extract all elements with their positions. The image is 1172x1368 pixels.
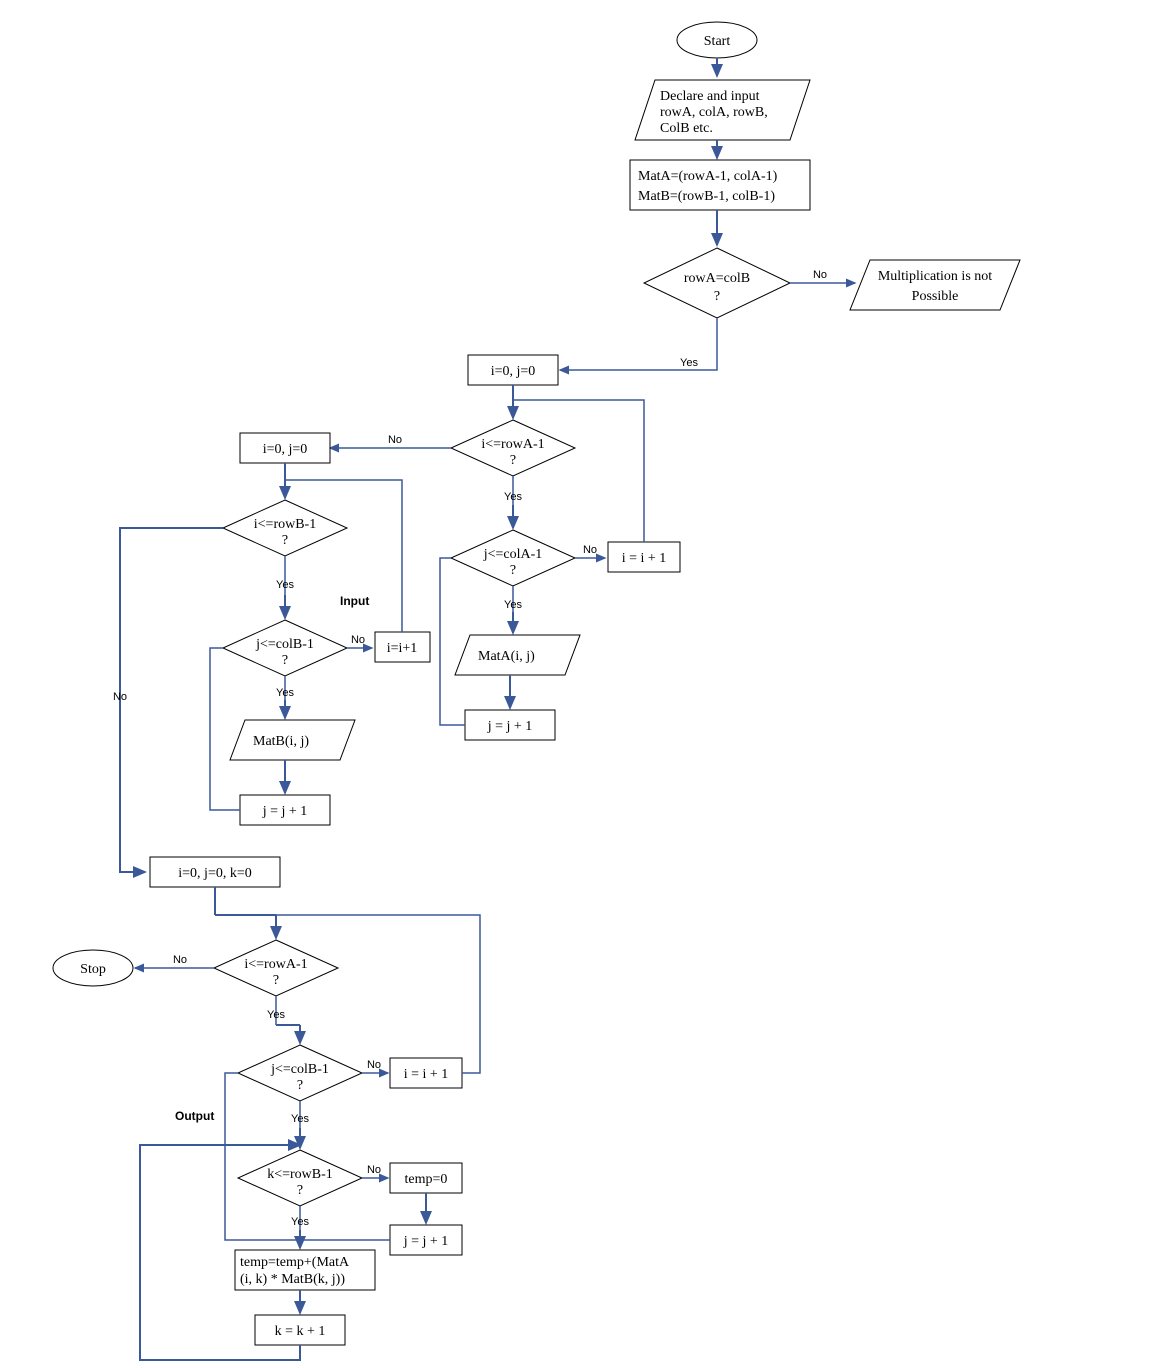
io-not-possible-l1: Multiplication is not (878, 269, 992, 284)
decision-krowB-l1: k<=rowB-1 (267, 1167, 333, 1182)
process-tempcalc-l1: temp=temp+(MatA (240, 1255, 350, 1270)
process-kinc-text: k = k + 1 (275, 1324, 326, 1339)
label-no: No (113, 691, 127, 703)
label-no: No (813, 269, 827, 281)
decision-irowA-C-l2: ? (273, 973, 279, 988)
io-matA-text: MatA(i, j) (478, 649, 535, 664)
decision-irowB-l1: i<=rowB-1 (254, 517, 316, 532)
process-temp0-text: temp=0 (405, 1172, 448, 1187)
decision-irowA-A-l2: ? (510, 453, 516, 468)
process-i0j0-A-text: i=0, j=0 (491, 364, 536, 379)
line (440, 558, 465, 725)
section-label-output: Output (175, 1109, 214, 1123)
label-yes: Yes (276, 579, 294, 591)
decision-jcolA-l2: ? (510, 563, 516, 578)
process-tempcalc-l2: (i, k) * MatB(k, j)) (240, 1272, 345, 1287)
arrow (120, 528, 223, 872)
stop-label: Stop (80, 962, 106, 977)
label-yes: Yes (291, 1113, 309, 1125)
decision-jcolB-l1: j<=colB-1 (255, 637, 314, 652)
decision-irowA-C-l1: i<=rowA-1 (244, 957, 307, 972)
process-matdecl-l1: MatA=(rowA-1, colA-1) (638, 169, 778, 184)
io-matB-text: MatB(i, j) (253, 734, 309, 749)
start-label: Start (704, 34, 731, 49)
label-yes: Yes (276, 687, 294, 699)
section-label-input: Input (340, 594, 369, 608)
label-no: No (583, 544, 597, 556)
process-matdecl-l2: MatB=(rowB-1, colB-1) (638, 189, 775, 204)
label-yes: Yes (680, 357, 698, 369)
process-jinc-C-text: j = j + 1 (403, 1234, 449, 1249)
decision-jcolB-C-l2: ? (297, 1078, 303, 1093)
decision-jcolB-C-l1: j<=colB-1 (270, 1062, 329, 1077)
process-iinc-C-text: i = i + 1 (404, 1067, 449, 1082)
label-no: No (173, 954, 187, 966)
process-i0j0-B-text: i=0, j=0 (263, 442, 308, 457)
process-iinc-B-text: i=i+1 (387, 641, 418, 656)
decision-jcolB-l2: ? (282, 653, 288, 668)
process-iinc-A-text: i = i + 1 (622, 551, 667, 566)
label-yes: Yes (504, 599, 522, 611)
decision-rowA-colB-l2: ? (714, 289, 720, 304)
decision-irowA-A-l1: i<=rowA-1 (481, 437, 544, 452)
label-yes: Yes (267, 1009, 285, 1021)
process-jinc-B-text: j = j + 1 (262, 804, 308, 819)
decision-irowB-l2: ? (282, 533, 288, 548)
label-no: No (388, 434, 402, 446)
io-not-possible-l2: Possible (912, 289, 959, 304)
label-no: No (367, 1059, 381, 1071)
label-no: No (351, 634, 365, 646)
process-i0j0k0-text: i=0, j=0, k=0 (178, 866, 251, 881)
decision-jcolA-l1: j<=colA-1 (483, 547, 543, 562)
label-no: No (367, 1164, 381, 1176)
line (513, 400, 644, 542)
decision-rowA-colB-l1: rowA=colB (684, 271, 750, 286)
label-yes: Yes (291, 1216, 309, 1228)
decision-krowB-l2: ? (297, 1183, 303, 1198)
line (285, 480, 402, 632)
process-jinc-A-text: j = j + 1 (487, 719, 533, 734)
label-yes: Yes (504, 491, 522, 503)
line (210, 648, 240, 810)
